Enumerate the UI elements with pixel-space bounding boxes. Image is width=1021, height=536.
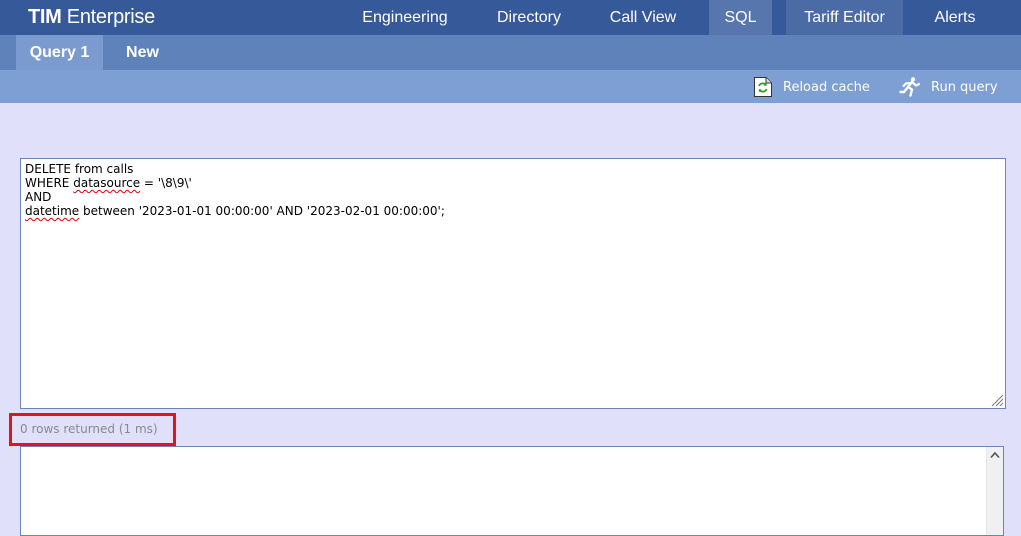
reload-cache-icon <box>754 77 772 97</box>
code-line-4-suffix: between '2023-01-01 00:00:00' AND '2023-… <box>79 204 445 218</box>
app-logo: TIM Enterprise <box>28 6 155 29</box>
nav-call-view[interactable]: Call View <box>593 0 693 35</box>
results-panel[interactable] <box>20 446 1004 536</box>
toolbar: Reload cache Run query <box>0 70 1021 103</box>
sql-editor[interactable]: DELETE from calls WHERE datasource = '\8… <box>20 158 1006 409</box>
runner-icon <box>899 77 921 97</box>
tab-new[interactable]: New <box>111 35 174 70</box>
nav-tariff-editor[interactable]: Tariff Editor <box>786 0 903 35</box>
reload-cache-button[interactable]: Reload cache <box>753 75 870 99</box>
logo-bold-text: TIM <box>28 6 62 28</box>
results-scrollbar[interactable] <box>986 447 1003 535</box>
top-navigation-bar: TIM Enterprise Engineering Directory Cal… <box>0 0 1021 35</box>
query-tab-bar: Query 1 New <box>0 35 1021 70</box>
query-status: 0 rows returned (1 ms) <box>20 422 158 436</box>
run-query-label: Run query <box>931 79 998 95</box>
code-line-2-suffix: = '\8\9\' <box>140 176 192 190</box>
scroll-up-arrow-icon[interactable] <box>990 451 1000 459</box>
sql-editor-content[interactable]: DELETE from calls WHERE datasource = '\8… <box>25 162 445 218</box>
nav-sql[interactable]: SQL <box>709 0 772 35</box>
nav-alerts[interactable]: Alerts <box>912 0 998 35</box>
spellcheck-word-datasource: datasource <box>73 176 141 190</box>
code-line-1: DELETE from calls <box>25 162 134 176</box>
code-line-2-prefix: WHERE <box>25 176 74 190</box>
run-query-button[interactable]: Run query <box>899 75 998 99</box>
code-line-3: AND <box>25 190 52 204</box>
logo-text: Enterprise <box>61 6 155 28</box>
reload-cache-label: Reload cache <box>783 79 870 95</box>
nav-directory[interactable]: Directory <box>475 0 583 35</box>
tab-query-1[interactable]: Query 1 <box>16 35 103 70</box>
spellcheck-word-datetime: datetime <box>25 204 80 218</box>
resize-grip-icon[interactable] <box>990 393 1004 407</box>
nav-engineering[interactable]: Engineering <box>345 0 465 35</box>
